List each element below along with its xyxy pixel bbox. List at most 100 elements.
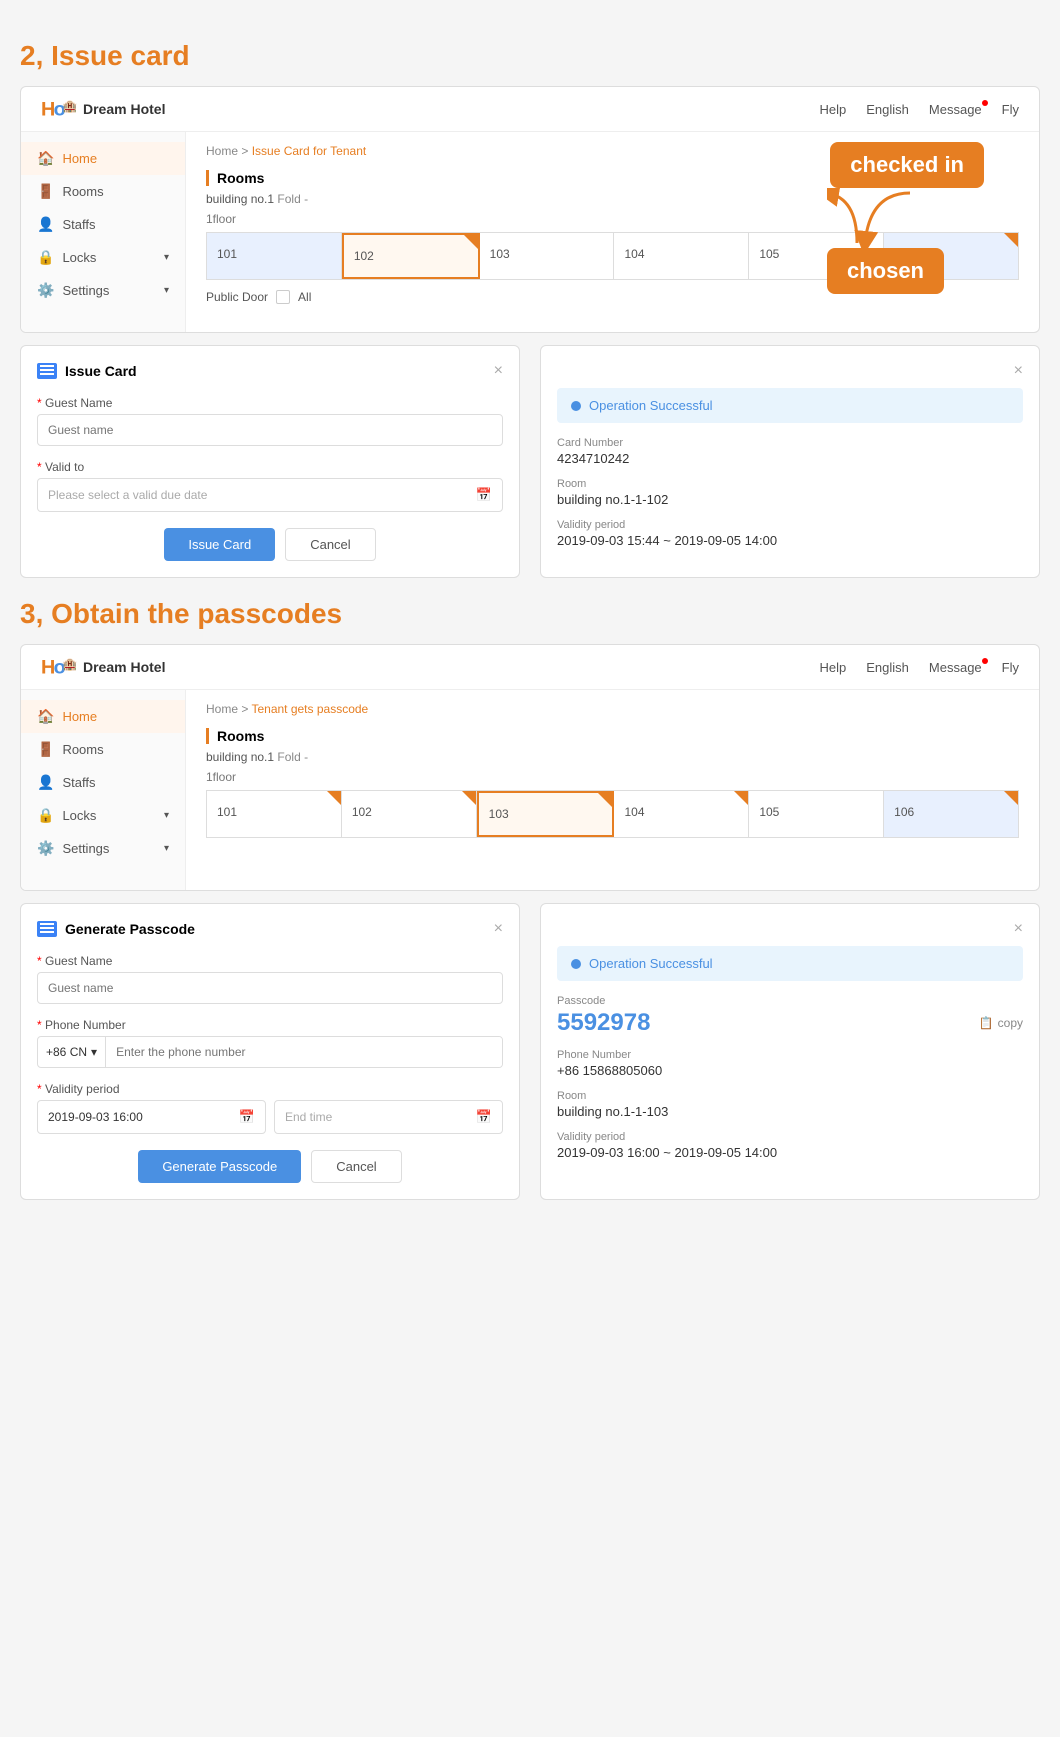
issue-card-cancel-btn[interactable]: Cancel: [285, 528, 375, 561]
nav-english-3[interactable]: English: [866, 660, 909, 675]
chosen-bubble: chosen: [827, 248, 944, 294]
generate-icon: [37, 921, 57, 937]
room-value-2: building no.1-1-102: [557, 492, 1023, 507]
rooms-icon-3: 🚪: [37, 741, 54, 758]
sidebar-rooms-3[interactable]: 🚪 Rooms: [21, 733, 185, 766]
copy-label: copy: [998, 1016, 1023, 1030]
staffs-icon-3: 👤: [37, 774, 54, 791]
nav-message-3[interactable]: Message: [929, 660, 982, 675]
issue-card-buttons: Issue Card Cancel: [37, 528, 503, 561]
room-102-2[interactable]: 102: [342, 233, 480, 279]
hotel-name-2: Dream Hotel: [83, 101, 165, 117]
card-number-value: 4234710242: [557, 451, 1023, 466]
room-row-3: Room building no.1-1-103: [557, 1090, 1023, 1119]
success-header-2: Operation Successful: [557, 388, 1023, 423]
sidebar-locks-3[interactable]: 🔒 Locks ▾: [21, 799, 185, 832]
end-date-picker-3[interactable]: End time 📅: [274, 1100, 503, 1134]
sidebar-staffs-label-2: Staffs: [62, 217, 95, 232]
rooms-label-3: Rooms: [206, 728, 1019, 744]
card-number-row: Card Number 4234710242: [557, 437, 1023, 466]
hotel-header-3: H o 🏨 Dream Hotel Help English Message F…: [21, 645, 1039, 690]
issue-card-btn[interactable]: Issue Card: [164, 528, 275, 561]
guest-name-input-3[interactable]: [37, 972, 503, 1004]
success-close-3[interactable]: ×: [1014, 920, 1023, 938]
sidebar-settings-label-3: Settings: [62, 841, 109, 856]
sidebar-rooms-2[interactable]: 🚪 Rooms: [21, 175, 185, 208]
staffs-icon-2: 👤: [37, 216, 54, 233]
room-104-3[interactable]: 104: [614, 791, 749, 837]
section3-dialogs: Generate Passcode × * Guest Name * Phone…: [20, 903, 1040, 1200]
rooms-icon-2: 🚪: [37, 183, 54, 200]
room-row-2: Room building no.1-1-102: [557, 478, 1023, 507]
guest-name-field-3: * Guest Name: [37, 954, 503, 1004]
success-dialog-2: × Operation Successful Card Number 42347…: [540, 345, 1040, 578]
fold-link-3[interactable]: Fold -: [277, 750, 308, 764]
nav-help-2[interactable]: Help: [820, 102, 847, 117]
room-103-corner-3: [598, 793, 612, 807]
sidebar-locks-label-3: Locks: [62, 808, 96, 823]
room-104-2[interactable]: 104: [614, 233, 749, 279]
nav-fly-2[interactable]: Fly: [1002, 102, 1019, 117]
hotel-name-3: Dream Hotel: [83, 659, 165, 675]
svg-text:🏨: 🏨: [63, 100, 77, 113]
nav-english-2[interactable]: English: [866, 102, 909, 117]
building-name-2: building no.1: [206, 192, 274, 206]
room-101-3[interactable]: 101: [207, 791, 342, 837]
issue-card-close[interactable]: ×: [494, 362, 503, 380]
floor-label-3: 1floor: [206, 770, 1019, 784]
phone-input-3[interactable]: [106, 1037, 502, 1067]
logo-icon-3: H o 🏨: [41, 655, 77, 679]
validity-label-3: * Validity period: [37, 1082, 503, 1096]
nav-fly-3[interactable]: Fly: [1002, 660, 1019, 675]
validity-row-3: 2019-09-03 16:00 📅 End time 📅: [37, 1100, 503, 1134]
room-106-3[interactable]: 106: [884, 791, 1018, 837]
sidebar-settings-2[interactable]: ⚙️ Settings ▾: [21, 274, 185, 307]
room-101-2[interactable]: 101: [207, 233, 342, 279]
all-checkbox-2[interactable]: [276, 290, 290, 304]
passcode-value: 5592978: [557, 1009, 650, 1037]
sidebar-home-3[interactable]: 🏠 Home: [21, 700, 185, 733]
calendar-icon: 📅: [476, 487, 492, 503]
sidebar-rooms-label-3: Rooms: [62, 742, 103, 757]
issue-card-title-row: Issue Card ×: [37, 362, 503, 380]
phone-label-3: * Phone Number: [37, 1018, 503, 1032]
nav-help-3[interactable]: Help: [820, 660, 847, 675]
room-101-corner-3: [327, 791, 341, 805]
room-105-3[interactable]: 105: [749, 791, 884, 837]
sidebar-settings-3[interactable]: ⚙️ Settings ▾: [21, 832, 185, 865]
fold-link-2[interactable]: Fold -: [277, 192, 308, 206]
phone-country-3[interactable]: +86 CN ▾: [38, 1037, 106, 1067]
room-104-corner-3: [734, 791, 748, 805]
hotel-nav-right-2: Help English Message Fly: [820, 102, 1019, 117]
generate-close[interactable]: ×: [494, 920, 503, 938]
sidebar-locks-2[interactable]: 🔒 Locks ▾: [21, 241, 185, 274]
generate-passcode-dialog: Generate Passcode × * Guest Name * Phone…: [20, 903, 520, 1200]
copy-btn[interactable]: 📋 copy: [979, 1016, 1023, 1030]
sidebar-home-2[interactable]: 🏠 Home: [21, 142, 185, 175]
valid-to-picker[interactable]: Please select a valid due date 📅: [37, 478, 503, 512]
room-106-corner: [1004, 233, 1018, 247]
passcode-label: Passcode: [557, 995, 1023, 1007]
hotel-logo-3: H o 🏨 Dream Hotel: [41, 655, 165, 679]
generate-title-row: Generate Passcode ×: [37, 920, 503, 938]
generate-cancel-btn[interactable]: Cancel: [311, 1150, 401, 1183]
room-103-2[interactable]: 103: [480, 233, 615, 279]
success-close-2[interactable]: ×: [1014, 362, 1023, 380]
start-date-picker-3[interactable]: 2019-09-03 16:00 📅: [37, 1100, 266, 1134]
main-content-2: Home > Issue Card for Tenant Rooms build…: [186, 132, 1039, 332]
phone-field-3: * Phone Number +86 CN ▾: [37, 1018, 503, 1068]
nav-message-2[interactable]: Message: [929, 102, 982, 117]
success-dialog-3: × Operation Successful Passcode 5592978 …: [540, 903, 1040, 1200]
hotel-nav-right-3: Help English Message Fly: [820, 660, 1019, 675]
guest-name-input[interactable]: [37, 414, 503, 446]
generate-btn[interactable]: Generate Passcode: [138, 1150, 301, 1183]
sidebar-staffs-2[interactable]: 👤 Staffs: [21, 208, 185, 241]
issue-card-title: Issue Card: [65, 363, 137, 379]
valid-to-field: * Valid to Please select a valid due dat…: [37, 460, 503, 512]
sidebar-staffs-3[interactable]: 👤 Staffs: [21, 766, 185, 799]
main-content-3: Home > Tenant gets passcode Rooms buildi…: [186, 690, 1039, 890]
settings-icon-2: ⚙️: [37, 282, 54, 299]
room-103-3[interactable]: 103: [477, 791, 615, 837]
room-102-3[interactable]: 102: [342, 791, 477, 837]
sidebar-home-label-3: Home: [62, 709, 97, 724]
